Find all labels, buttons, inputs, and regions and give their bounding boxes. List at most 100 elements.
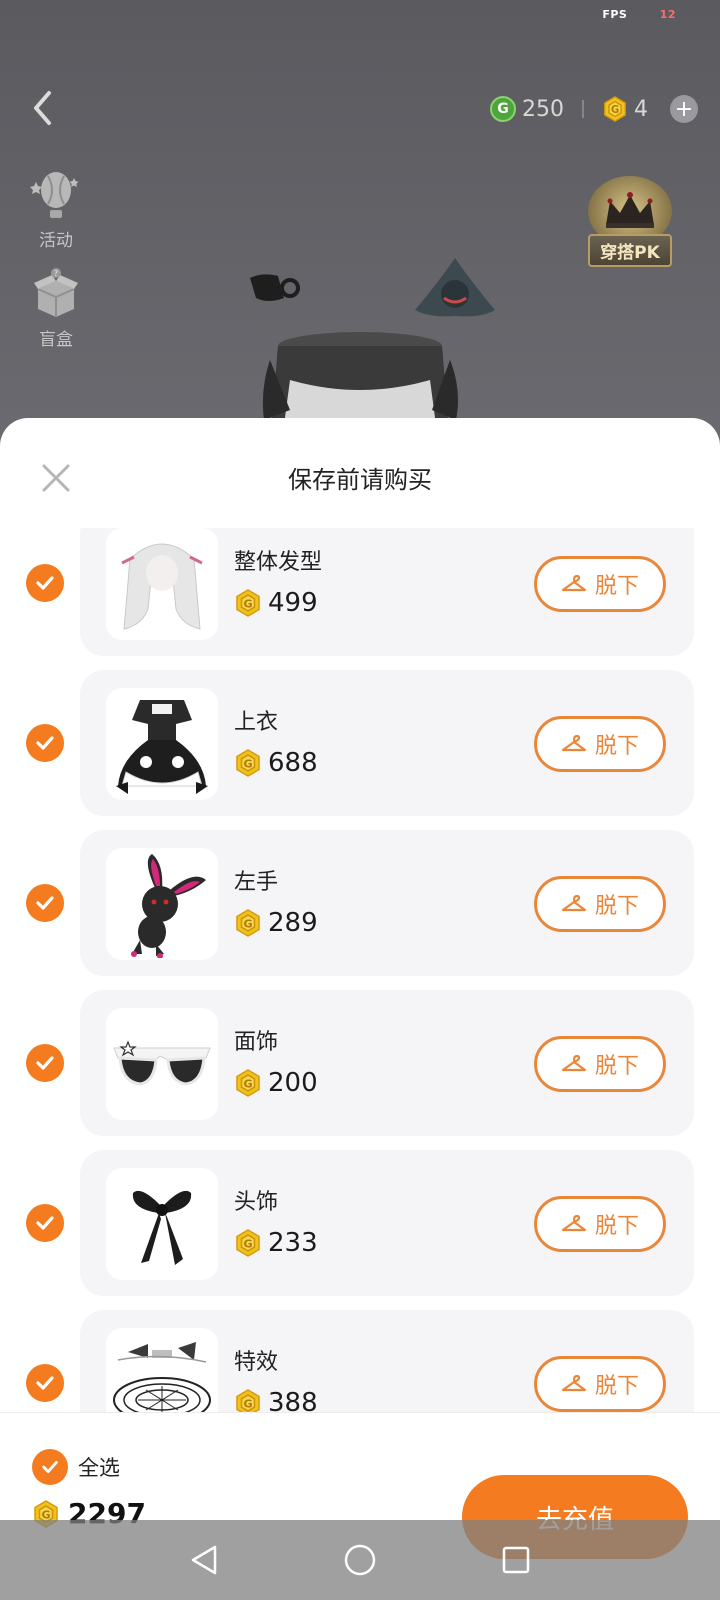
take-off-button[interactable]: 脱下: [534, 1196, 666, 1252]
side-item-activity[interactable]: 活动: [28, 168, 84, 251]
bunny-plush-thumb: [106, 848, 218, 960]
sunglasses-thumb: [106, 1008, 218, 1120]
item-card: 左手 G 289 脱下: [80, 830, 694, 976]
square-recents-icon: [502, 1546, 530, 1574]
item-list[interactable]: 整体发型 G 499 脱下 上衣 G 688 脱下 左手 G 289 脱下 面饰…: [0, 528, 720, 1530]
green-currency-amount: 250: [522, 96, 564, 122]
take-off-button[interactable]: 脱下: [534, 1036, 666, 1092]
sheet-title: 保存前请购买: [288, 466, 432, 494]
outfit-pk-label: 穿搭PK: [588, 234, 672, 267]
fps-label: FPS: [602, 8, 628, 21]
item-price-value: 688: [268, 748, 318, 778]
green-currency: G 250: [490, 96, 564, 122]
nav-recents-button[interactable]: [496, 1540, 536, 1580]
bow-thumb: [106, 1168, 218, 1280]
hanger-icon: [561, 574, 587, 592]
system-nav-bar: [0, 1520, 720, 1600]
chevron-left-icon: [34, 91, 51, 125]
side-item-blind-box[interactable]: ? 盲盒: [28, 267, 84, 350]
item-card: 上衣 G 688 脱下: [80, 670, 694, 816]
item-name: 特效: [234, 1350, 279, 1375]
fps-value: 12: [659, 8, 676, 21]
circle-home-icon: [344, 1544, 376, 1576]
hanger-icon: [561, 894, 587, 912]
item-name: 上衣: [234, 710, 279, 735]
checkmark-icon: [36, 1216, 54, 1230]
take-off-button[interactable]: 脱下: [534, 876, 666, 932]
item-checkbox[interactable]: [26, 724, 64, 762]
take-off-label: 脱下: [594, 734, 639, 759]
svg-text:G: G: [243, 1238, 252, 1251]
item-checkbox[interactable]: [26, 1204, 64, 1242]
hanger-icon: [561, 1374, 587, 1392]
list-item: 左手 G 289 脱下: [0, 830, 720, 976]
triangle-back-icon: [191, 1545, 217, 1575]
item-price: G 289: [234, 908, 318, 938]
green-coin-icon: G: [490, 96, 516, 122]
item-checkbox[interactable]: [26, 564, 64, 602]
item-price-value: 499: [268, 588, 318, 618]
list-item: 头饰 G 233 脱下: [0, 1150, 720, 1296]
item-checkbox[interactable]: [26, 884, 64, 922]
gold-currency: G 4: [602, 96, 648, 122]
select-all-checkbox[interactable]: [32, 1449, 68, 1485]
item-name: 面饰: [234, 1030, 279, 1055]
item-card: 面饰 G 200 脱下: [80, 990, 694, 1136]
maid-dress-thumb: [106, 688, 218, 800]
fps-counter: FPS 12: [602, 8, 676, 21]
back-button[interactable]: [22, 88, 62, 128]
gold-currency-amount: 4: [634, 96, 648, 122]
item-card: 整体发型 G 499 脱下: [80, 528, 694, 656]
hanger-icon: [561, 734, 587, 752]
svg-text:G: G: [243, 758, 252, 771]
currency-divider: [582, 100, 584, 118]
side-menu: 活动 ? 盲盒: [22, 168, 90, 350]
svg-text:G: G: [243, 1078, 252, 1091]
plus-icon: +: [674, 96, 694, 122]
take-off-label: 脱下: [594, 894, 639, 919]
currency-bar: G 250 G 4 +: [490, 92, 698, 126]
gold-coin-icon: G: [236, 749, 260, 777]
avatar-scene: FPS 12 G 250 G 4 + 活动 ? 盲盒 穿搭PK: [0, 0, 720, 440]
item-name: 左手: [234, 870, 279, 895]
hanger-icon: [561, 1054, 587, 1072]
checkmark-icon: [42, 1461, 58, 1473]
svg-text:?: ?: [54, 269, 58, 278]
gold-coin-icon: G: [236, 589, 260, 617]
nav-back-button[interactable]: [184, 1540, 224, 1580]
item-price-value: 200: [268, 1068, 318, 1098]
item-price: G 233: [234, 1228, 318, 1258]
item-price: G 688: [234, 748, 318, 778]
take-off-label: 脱下: [594, 1054, 639, 1079]
hot-air-balloon-icon: [28, 168, 84, 224]
select-all-label: 全选: [78, 1456, 120, 1480]
svg-text:G: G: [611, 105, 619, 116]
take-off-button[interactable]: 脱下: [534, 556, 666, 612]
svg-text:G: G: [243, 918, 252, 931]
take-off-label: 脱下: [594, 1214, 639, 1239]
outfit-pk-button[interactable]: 穿搭PK: [572, 176, 688, 268]
gold-coin-icon: G: [236, 1069, 260, 1097]
list-item: 整体发型 G 499 脱下: [0, 528, 720, 656]
nav-home-button[interactable]: [340, 1540, 380, 1580]
gold-coin-icon: G: [604, 96, 626, 122]
item-checkbox[interactable]: [26, 1364, 64, 1402]
select-all-toggle[interactable]: 全选: [32, 1449, 120, 1485]
checkmark-icon: [36, 896, 54, 910]
add-currency-button[interactable]: +: [670, 95, 698, 123]
gold-coin-icon: G: [236, 1229, 260, 1257]
take-off-button[interactable]: 脱下: [534, 716, 666, 772]
item-name: 整体发型: [234, 550, 323, 575]
svg-text:G: G: [243, 1398, 252, 1411]
item-card: 头饰 G 233 脱下: [80, 1150, 694, 1296]
hairstyle-thumb: [106, 528, 218, 640]
side-item-blind-box-label: 盲盒: [39, 330, 73, 350]
item-checkbox[interactable]: [26, 1044, 64, 1082]
checkmark-icon: [36, 1056, 54, 1070]
checkmark-icon: [36, 576, 54, 590]
mystery-box-icon: ?: [28, 267, 84, 323]
avatar-figure: [250, 250, 520, 440]
side-item-activity-label: 活动: [39, 231, 73, 251]
take-off-button[interactable]: 脱下: [534, 1356, 666, 1412]
checkmark-icon: [36, 736, 54, 750]
